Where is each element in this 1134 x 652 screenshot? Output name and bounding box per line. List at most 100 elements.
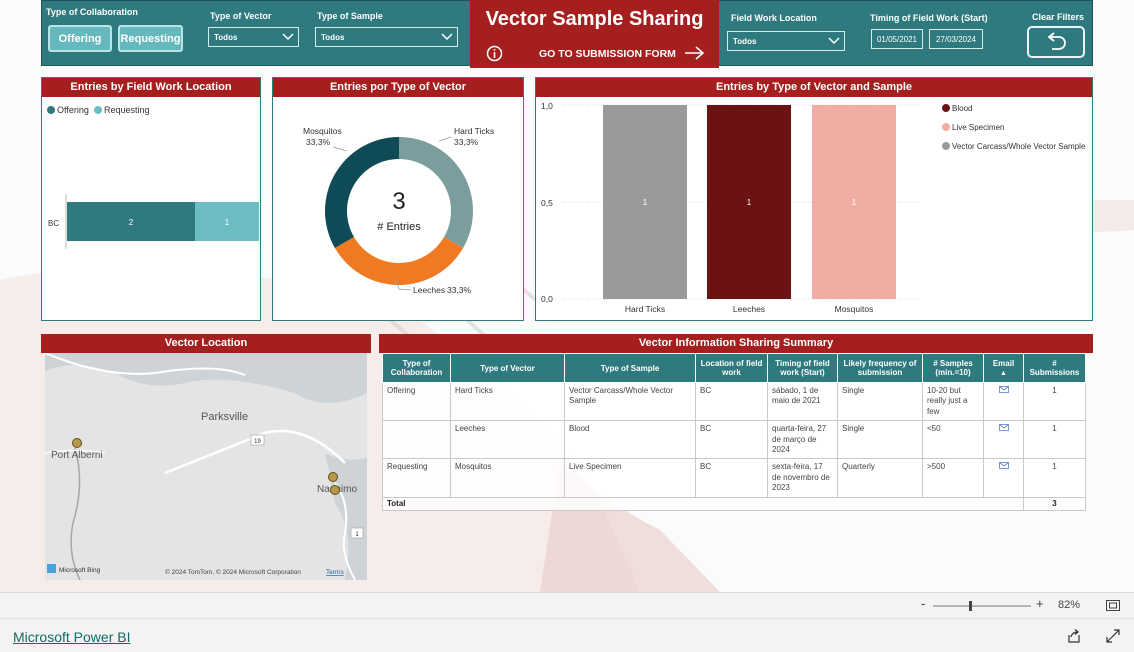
map-canvas: 19 1 Parksville Port Alberni Nanaimo Mic… bbox=[45, 353, 367, 580]
arrow-right-icon[interactable] bbox=[684, 45, 706, 61]
page-title: Vector Sample Sharing bbox=[485, 8, 704, 30]
legend-blood-swatch bbox=[942, 104, 950, 112]
cell-submissions: 1 bbox=[1023, 458, 1086, 498]
share-icon[interactable] bbox=[1067, 629, 1081, 643]
info-icon[interactable] bbox=[486, 45, 503, 62]
requesting-toggle-button[interactable]: Requesting bbox=[118, 25, 183, 52]
undo-icon bbox=[1047, 32, 1066, 50]
bar-value-label: 1 bbox=[643, 198, 648, 207]
slice-hardticks-name: Hard Ticks bbox=[454, 126, 494, 136]
summary-table: Type of Collaboration Type of Vector Typ… bbox=[382, 353, 1086, 511]
water-area bbox=[45, 353, 367, 403]
col-collab[interactable]: Type of Collaboration bbox=[382, 353, 451, 383]
col-sample[interactable]: Type of Sample bbox=[564, 353, 696, 383]
cell-samples: >500 bbox=[922, 458, 984, 498]
bar-value-label: 1 bbox=[852, 198, 857, 207]
donut-center-label: # Entries bbox=[377, 221, 421, 233]
cell-email[interactable] bbox=[983, 458, 1024, 498]
col-submissions[interactable]: # Submissions bbox=[1023, 353, 1086, 383]
cell-timing: sexta-feira, 17 de novembro de 2023 bbox=[767, 458, 838, 498]
location-chart-panel: Entries by Field Work Location Offering … bbox=[41, 77, 261, 321]
cell-collab bbox=[382, 420, 451, 460]
chevron-down-icon bbox=[441, 33, 453, 41]
chevron-down-icon bbox=[282, 33, 294, 41]
col-timing[interactable]: Timing of field work (Start) bbox=[767, 353, 838, 383]
col-frequency[interactable]: Likely frequency of submission bbox=[837, 353, 923, 383]
legend-blood: Blood bbox=[952, 104, 972, 113]
bar-value-label: 1 bbox=[747, 198, 752, 207]
fit-to-page-icon[interactable] bbox=[1106, 600, 1120, 611]
xtick-leeches: Leeches bbox=[733, 304, 765, 314]
map-terms-link: Terms bbox=[326, 569, 344, 576]
sample-dropdown-value: Todos bbox=[321, 32, 345, 42]
zoom-in-button[interactable]: + bbox=[1036, 596, 1044, 611]
cell-frequency: Single bbox=[837, 381, 923, 422]
cell-location: BC bbox=[695, 381, 768, 422]
col-location[interactable]: Location of field work bbox=[695, 353, 768, 383]
road-19-label: 19 bbox=[254, 439, 261, 445]
sort-asc-icon: ▲ bbox=[1000, 370, 1007, 377]
cell-location: BC bbox=[695, 458, 768, 498]
offering-toggle-button[interactable]: Offering bbox=[48, 25, 112, 52]
clear-filters-button[interactable] bbox=[1027, 26, 1085, 58]
legend-carcass: Vector Carcass/Whole Vector Sample bbox=[952, 142, 1086, 151]
bing-label: Microsoft Bing bbox=[59, 567, 101, 574]
vector-donut-panel: Entries por Type of Vector 3 # Entries M… bbox=[272, 77, 524, 321]
zoom-slider[interactable] bbox=[933, 601, 1033, 611]
zoom-out-button[interactable]: - bbox=[921, 596, 925, 611]
cell-samples: 10-20 but really just a few bbox=[922, 381, 984, 422]
vector-dropdown[interactable]: Todos bbox=[208, 27, 299, 47]
email-icon[interactable] bbox=[998, 424, 1009, 432]
table-row: Requesting Mosquitos Live Specimen BC se… bbox=[382, 458, 1086, 498]
cell-email[interactable] bbox=[983, 420, 1024, 460]
zoom-level: 82% bbox=[1058, 599, 1081, 611]
summary-title: Vector Information Sharing Summary bbox=[379, 334, 1093, 353]
timing-filter-label: Timing of Field Work (Start) bbox=[870, 13, 988, 23]
cell-collab: Offering bbox=[382, 381, 451, 422]
email-icon[interactable] bbox=[998, 462, 1009, 470]
sample-filter-label: Type of Sample bbox=[317, 11, 383, 21]
legend-requesting-swatch bbox=[94, 106, 102, 114]
slice-leeches-name: Leeches bbox=[413, 285, 445, 295]
col-vector[interactable]: Type of Vector bbox=[450, 353, 565, 383]
legend-live-swatch bbox=[942, 123, 950, 131]
legend-offering-swatch bbox=[47, 106, 55, 114]
email-icon[interactable] bbox=[998, 386, 1009, 393]
bar-requesting-label: 1 bbox=[225, 218, 230, 227]
cell-location: BC bbox=[695, 420, 768, 460]
cell-sample: Vector Carcass/Whole Vector Sample bbox=[564, 381, 696, 422]
power-bi-link[interactable]: Microsoft Power BI bbox=[13, 629, 130, 645]
slice-leeches-pct: 33,3% bbox=[447, 285, 472, 295]
cell-sample: Blood bbox=[564, 420, 696, 460]
col-email-label: Email bbox=[992, 359, 1015, 368]
cell-vector: Mosquitos bbox=[450, 458, 565, 498]
ytick-mid: 0,5 bbox=[541, 198, 553, 208]
sample-dropdown[interactable]: Todos bbox=[315, 27, 458, 47]
location-dropdown[interactable]: Todos bbox=[727, 31, 845, 51]
cell-frequency: Quarterly bbox=[837, 458, 923, 498]
goto-submission-link[interactable]: GO TO SUBMISSION FORM bbox=[539, 48, 676, 60]
date-from-input[interactable]: 01/05/2021 bbox=[871, 29, 923, 49]
table-total-row: Total 3 bbox=[382, 496, 1086, 511]
vector-sample-chart-panel: Entries by Type of Vector and Sample 1 Ha… bbox=[535, 77, 1093, 321]
legend-offering: Offering bbox=[57, 105, 89, 115]
xtick-mosquitos: Mosquitos bbox=[835, 304, 874, 314]
fullscreen-icon[interactable] bbox=[1106, 629, 1120, 643]
legend-requesting: Requesting bbox=[104, 105, 150, 115]
bar-offering-label: 2 bbox=[129, 218, 134, 227]
cell-timing: quarta-feira, 27 de março de 2024 bbox=[767, 420, 838, 460]
map-copyright: © 2024 TomTom, © 2024 Microsoft Corporat… bbox=[165, 568, 301, 576]
col-email[interactable]: Email ▲ bbox=[983, 353, 1024, 383]
slice-mosquitos-pct: 33,3% bbox=[306, 137, 331, 147]
vector-chart-title: Entries por Type of Vector bbox=[273, 78, 523, 97]
vector-location-map[interactable]: 19 1 Parksville Port Alberni Nanaimo Mic… bbox=[45, 353, 367, 580]
table-header-row: Type of Collaboration Type of Vector Typ… bbox=[382, 353, 1086, 383]
bing-logo-icon bbox=[47, 564, 56, 573]
cell-email[interactable] bbox=[983, 381, 1024, 422]
cell-submissions: 1 bbox=[1023, 381, 1086, 422]
date-to-input[interactable]: 27/03/2024 bbox=[929, 29, 983, 49]
cell-submissions: 1 bbox=[1023, 420, 1086, 460]
ytick-top: 1,0 bbox=[541, 101, 553, 111]
col-samples[interactable]: # Samples (min.=10) bbox=[922, 353, 984, 383]
slice-hardticks-pct: 33,3% bbox=[454, 137, 479, 147]
